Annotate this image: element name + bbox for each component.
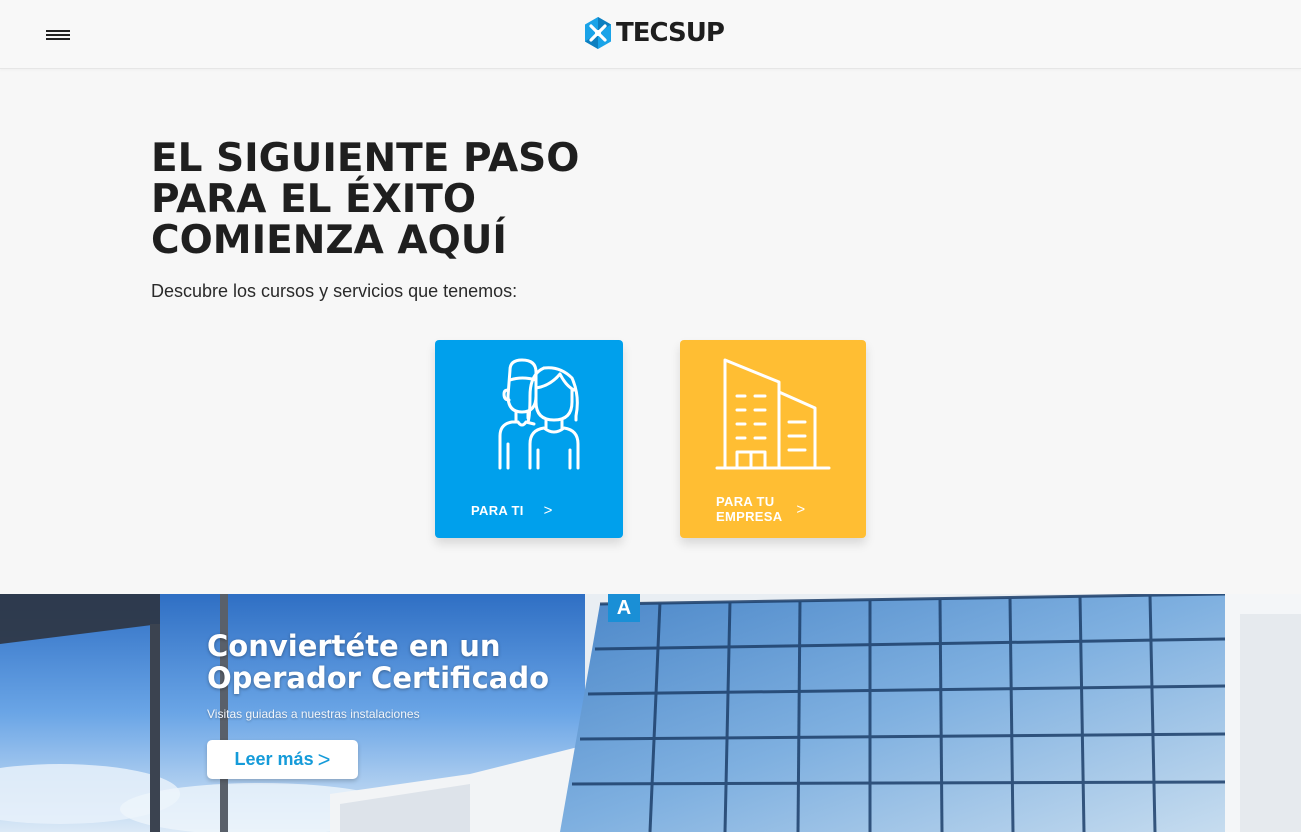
card-label-line: EMPRESA xyxy=(716,509,783,524)
hero-title-line: PARA EL ÉXITO xyxy=(151,177,477,222)
chevron-right-icon: > xyxy=(543,502,553,519)
tecsup-logo[interactable]: TECSUP xyxy=(582,15,725,51)
promo-banner: A Conviertéte en un Operador Certificado… xyxy=(0,594,1301,832)
leer-mas-label: Leer más xyxy=(234,749,314,769)
top-navbar: TECSUP xyxy=(0,0,1301,69)
menu-icon[interactable] xyxy=(46,28,70,42)
hero-subtitle: Descubre los cursos y servicios que tene… xyxy=(151,281,518,301)
banner-building-image xyxy=(0,594,1301,832)
brand-name: TECSUP xyxy=(616,18,725,48)
banner-subtitle: Visitas guiadas a nuestras instalaciones xyxy=(207,707,420,721)
hero-title: EL SIGUIENTE PASO PARA EL ÉXITO COMIENZA… xyxy=(151,138,631,261)
chevron-right-icon: > xyxy=(796,500,806,518)
people-icon xyxy=(498,358,580,470)
card-label-line: PARA TI xyxy=(471,503,524,518)
hero-title-line: COMIENZA AQUÍ xyxy=(151,218,507,263)
chevron-right-icon: > xyxy=(317,746,331,772)
building-sign-letter: A xyxy=(616,597,632,619)
card-para-tu-empresa[interactable]: PARA TU EMPRESA > xyxy=(680,340,866,538)
card-para-ti-label: PARA TI > xyxy=(471,503,553,518)
banner-title-line: Operador Certificado xyxy=(207,661,550,695)
tecsup-logo-mark-icon xyxy=(585,17,611,49)
building-icon xyxy=(715,358,831,470)
card-para-tu-empresa-label: PARA TU EMPRESA > xyxy=(716,494,805,524)
card-label-line: PARA TU xyxy=(716,494,775,509)
leer-mas-button[interactable]: Leer más > xyxy=(207,740,358,779)
banner-title-line: Conviertéte en un xyxy=(207,629,501,663)
card-para-ti[interactable]: PARA TI > xyxy=(435,340,623,538)
hero-title-line: EL SIGUIENTE PASO xyxy=(151,136,580,181)
banner-title: Conviertéte en un Operador Certificado xyxy=(207,630,549,694)
